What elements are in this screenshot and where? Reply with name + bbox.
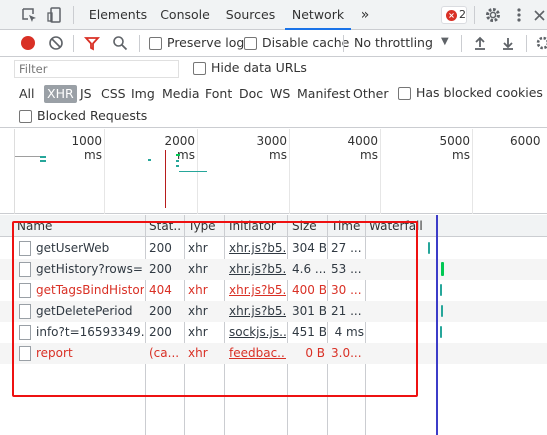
overview-tick-label: 1000 ms (71, 134, 102, 162)
toolbar-divider (461, 35, 462, 52)
blocked-requests-checkbox[interactable] (19, 110, 32, 123)
network-overview-timeline[interactable]: 1000 ms 2000 ms 3000 ms 4000 ms 5000 ms … (0, 129, 547, 214)
load-event-marker (165, 150, 166, 208)
overview-request-bar (40, 156, 46, 158)
more-options-icon[interactable] (510, 6, 528, 24)
waterfall-bar (440, 326, 442, 338)
preserve-log-checkbox[interactable] (149, 37, 162, 50)
highlight-annotation-box (12, 221, 418, 397)
filter-funnel-icon[interactable] (83, 35, 101, 54)
toolbar-divider (526, 35, 527, 52)
overview-request-bar (40, 160, 46, 162)
overview-tick-label: 6000 (510, 134, 541, 148)
blocked-requests-label: Blocked Requests (37, 108, 148, 123)
error-count-badge[interactable]: × 2 (441, 6, 467, 24)
type-filter-all[interactable]: All (19, 85, 35, 103)
network-settings-gear-icon[interactable] (535, 35, 547, 54)
inspect-element-icon[interactable] (20, 6, 38, 24)
error-count: 2 (459, 8, 466, 21)
settings-gear-icon[interactable] (484, 6, 502, 24)
error-icon: × (446, 10, 457, 21)
type-filter-css[interactable]: CSS (101, 85, 126, 103)
has-blocked-cookies-label: Has blocked cookies (416, 85, 543, 100)
toolbar-divider (73, 6, 74, 24)
waterfall-bar (440, 284, 442, 296)
type-filter-ws[interactable]: WS (270, 85, 290, 103)
export-har-icon[interactable] (500, 35, 516, 54)
toolbar-divider (343, 35, 344, 52)
disable-cache-label: Disable cache (262, 35, 350, 50)
tab-network[interactable]: Network (285, 0, 351, 30)
type-filter-font[interactable]: Font (205, 85, 232, 103)
resource-type-filters: All XHR JS CSS Img Media Font Doc WS Man… (0, 82, 547, 106)
filter-input[interactable] (14, 60, 179, 78)
tab-sources[interactable]: Sources (223, 0, 278, 30)
overview-gridline (289, 129, 290, 214)
overview-gridline (14, 129, 15, 214)
toolbar-divider (474, 6, 475, 24)
tab-elements[interactable]: Elements (86, 0, 150, 30)
overview-tick-label: 3000 ms (256, 134, 287, 162)
type-filter-manifest[interactable]: Manifest (297, 85, 350, 103)
clear-icon[interactable] (48, 35, 64, 54)
type-filter-img[interactable]: Img (131, 85, 155, 103)
waterfall-bar (441, 305, 443, 317)
dom-content-loaded-marker (436, 215, 438, 435)
record-icon[interactable] (21, 36, 35, 50)
network-toolbar: Preserve log Disable cache No throttling… (0, 30, 547, 57)
type-filter-js[interactable]: JS (80, 85, 92, 103)
search-icon[interactable] (112, 35, 128, 54)
overview-gridline (104, 129, 105, 214)
waterfall-bar (441, 262, 444, 276)
waterfall-bar (428, 242, 430, 254)
type-filter-other[interactable]: Other (353, 85, 389, 103)
import-har-icon[interactable] (472, 35, 488, 54)
device-toolbar-icon[interactable] (46, 6, 64, 24)
type-filter-doc[interactable]: Doc (239, 85, 263, 103)
overview-tick-label: 5000 ms (439, 134, 470, 162)
toolbar-divider (139, 35, 140, 52)
chevron-down-icon[interactable]: ▼ (441, 36, 449, 47)
hide-data-urls-checkbox[interactable] (193, 62, 206, 75)
more-tabs-button[interactable]: » (355, 0, 375, 30)
overview-request-bar (179, 171, 207, 172)
type-filter-xhr[interactable]: XHR (44, 85, 77, 103)
hide-data-urls-label: Hide data URLs (211, 60, 307, 75)
overview-request-bar (176, 165, 179, 167)
overview-tick-label: 2000 ms (164, 134, 195, 162)
type-filter-media[interactable]: Media (162, 85, 200, 103)
close-devtools-icon[interactable] (533, 6, 547, 24)
toolbar-divider (73, 35, 74, 52)
overview-request-bar (148, 159, 151, 161)
tab-console[interactable]: Console (157, 0, 213, 30)
overview-tick-label: 4000 ms (347, 134, 378, 162)
overview-gridline (472, 129, 473, 214)
has-blocked-cookies-checkbox[interactable] (398, 87, 411, 100)
throttling-select[interactable]: No throttling (354, 35, 433, 50)
blocked-requests-row: Blocked Requests (0, 106, 547, 128)
devtools-tab-bar: Elements Console Sources Network » × 2 (0, 0, 547, 30)
overview-request-bar (176, 160, 179, 162)
overview-request-bar (176, 154, 180, 156)
preserve-log-label: Preserve log (167, 35, 245, 50)
overview-gridline (380, 129, 381, 214)
disable-cache-checkbox[interactable] (244, 37, 257, 50)
filter-row: Hide data URLs (0, 57, 547, 81)
